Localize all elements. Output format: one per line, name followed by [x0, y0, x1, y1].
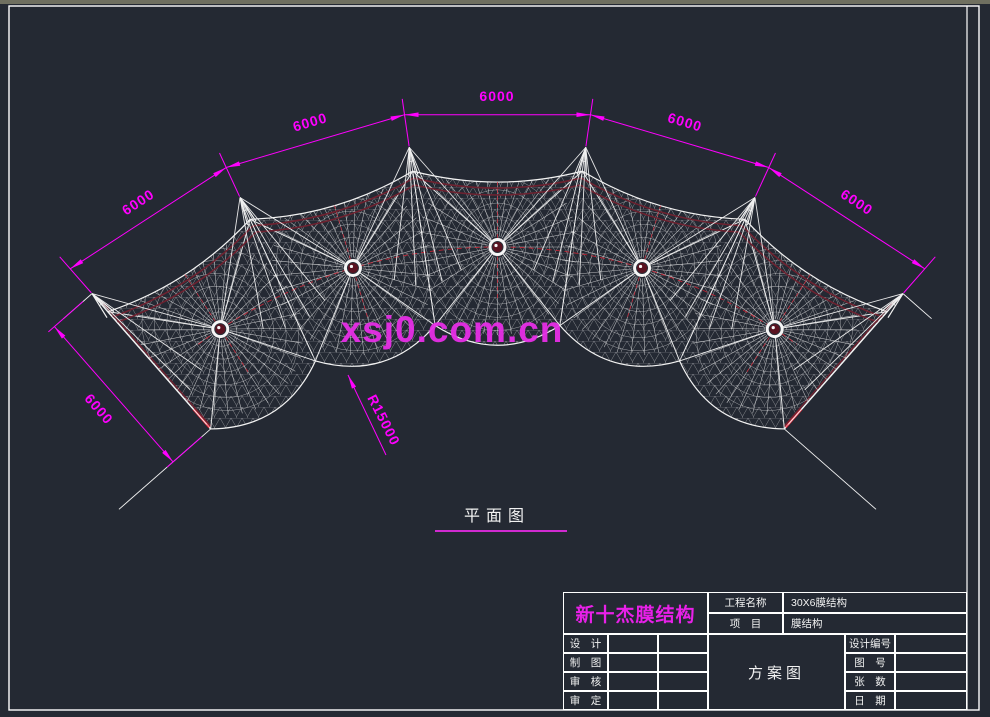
project-name-value: 30X6膜结构	[783, 592, 967, 613]
title-block: 新十杰膜结构 工程名称 30X6膜结构 项 目 膜结构 设 计 制 图 审 核 …	[563, 592, 967, 710]
titleblock-cell-empty	[608, 634, 658, 653]
titleblock-label-approve: 审 定	[563, 691, 608, 710]
titleblock-cell-empty	[608, 691, 658, 710]
titleblock-cell-empty	[658, 672, 708, 691]
titleblock-label-date: 日 期	[845, 691, 895, 710]
project-name-label: 工程名称	[708, 592, 783, 613]
titleblock-cell-empty	[608, 653, 658, 672]
scheme-title: 方案图	[708, 634, 845, 710]
watermark: xsj0.com.cn	[341, 309, 564, 351]
titleblock-label-designno: 设计编号	[845, 634, 895, 653]
company-name: 新十杰膜结构	[563, 592, 708, 634]
plan-view-underline	[435, 530, 567, 532]
titleblock-cell-empty	[658, 653, 708, 672]
titleblock-cell-empty	[608, 672, 658, 691]
titleblock-label-design: 设 计	[563, 634, 608, 653]
titleblock-cell-empty	[895, 653, 967, 672]
titleblock-label-drawingno: 图 号	[845, 653, 895, 672]
titleblock-cell-empty	[895, 672, 967, 691]
titleblock-cell-empty	[658, 634, 708, 653]
titleblock-label-review: 审 核	[563, 672, 608, 691]
dimension-label: 6000	[479, 88, 514, 104]
titleblock-label-sheets: 张 数	[845, 672, 895, 691]
item-label: 项 目	[708, 613, 783, 634]
item-value: 膜结构	[783, 613, 967, 634]
titleblock-cell-empty	[658, 691, 708, 710]
titleblock-cell-empty	[895, 634, 967, 653]
titleblock-cell-empty	[895, 691, 967, 710]
cad-sheet: 6000 6000 6000 6000 6000 6000 R15000 xsj…	[0, 0, 990, 717]
titleblock-label-draft: 制 图	[563, 653, 608, 672]
plan-view-label: 平面图	[464, 502, 530, 526]
